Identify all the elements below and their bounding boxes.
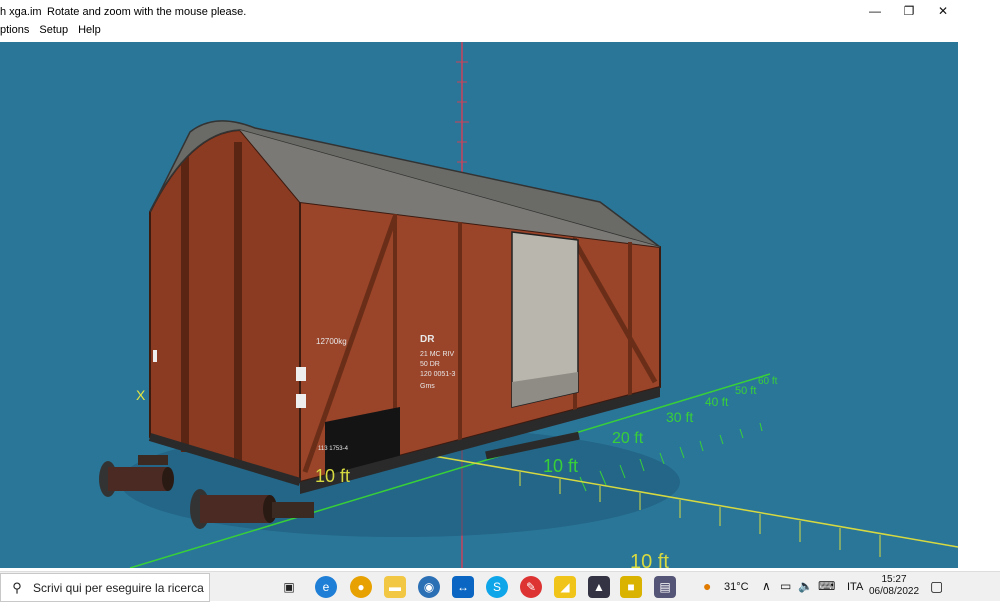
3d-viewport[interactable]: DR 21 MC RIV 50 DR 120 0051-3 Gms 12700k… xyxy=(0,42,958,568)
buffer-right xyxy=(190,489,277,529)
tray-chevron-icon[interactable]: ∧ xyxy=(762,579,771,593)
app-icon-1[interactable]: ◉ xyxy=(418,576,440,598)
clock-date: 06/08/2022 xyxy=(868,586,920,597)
skype-icon[interactable]: S xyxy=(486,576,508,598)
step-plate xyxy=(272,502,314,518)
marking-line1: 21 MC RIV xyxy=(420,351,455,358)
teamviewer-icon[interactable]: ↔ xyxy=(452,576,474,598)
grid-label-20ft: 20 ft xyxy=(612,430,644,447)
grid-label-40ft: 40 ft xyxy=(705,395,729,409)
chrome-icon[interactable]: ● xyxy=(350,576,372,598)
marking-company: DR xyxy=(420,334,435,345)
minimize-button[interactable]: — xyxy=(858,0,892,22)
language-indicator[interactable]: ITA xyxy=(847,581,863,593)
grid-label-bottom: 10 ft xyxy=(630,551,669,568)
search-placeholder: Scrivi qui per eseguire la ricerca xyxy=(33,580,204,595)
title-bar: h xga.im Rotate and zoom with the mouse … xyxy=(0,0,1000,22)
grid-label-60ft: 60 ft xyxy=(758,376,778,387)
grid-label-left: 10 ft xyxy=(315,466,350,486)
clock[interactable]: 15:27 06/08/2022 xyxy=(866,574,922,598)
train-app-icon[interactable]: ■ xyxy=(620,576,642,598)
grid-label-10ft: 10 ft xyxy=(543,456,578,476)
notifications-icon[interactable]: ▢ xyxy=(930,578,943,595)
axis-label-x: X xyxy=(136,387,146,403)
window-message: Rotate and zoom with the mouse please. xyxy=(47,6,247,18)
marking-weight: 12700kg xyxy=(316,337,347,346)
close-button[interactable]: ✕ xyxy=(926,0,960,22)
search-icon: ⚲ xyxy=(12,579,22,595)
marking-line2: 50 DR xyxy=(420,361,440,368)
weather-icon[interactable]: ● xyxy=(703,578,711,594)
clock-time: 15:27 xyxy=(881,574,907,585)
scene-canvas: DR 21 MC RIV 50 DR 120 0051-3 Gms 12700k… xyxy=(99,42,958,568)
marking-bottom: 113 1753-4 xyxy=(318,446,349,452)
taskbar-search[interactable]: ⚲ Scrivi qui per eseguire la ricerca xyxy=(0,573,210,602)
menu-bar: ptions Setup Help xyxy=(0,22,1000,38)
marking-line3: 120 0051-3 xyxy=(420,371,456,378)
edge-icon[interactable]: e xyxy=(315,576,337,598)
volume-icon[interactable]: 🔈 xyxy=(798,579,813,593)
wagon-end-face xyxy=(149,128,301,484)
restore-icon: ❐ xyxy=(903,4,915,18)
grid-label-50ft: 50 ft xyxy=(735,385,756,397)
file-explorer-icon[interactable]: ▬ xyxy=(384,576,406,598)
app-icon-2[interactable]: ✎ xyxy=(520,576,542,598)
app-icon-4[interactable]: ▲ xyxy=(588,576,610,598)
task-view-icon[interactable]: ▣ xyxy=(278,576,300,598)
taskbar: ⚲ Scrivi qui per eseguire la ricerca ▣ e… xyxy=(0,571,1000,602)
network-icon[interactable]: ▭ xyxy=(780,579,791,593)
minimize-icon: — xyxy=(869,4,881,18)
menu-setup[interactable]: Setup xyxy=(34,22,73,38)
menu-options[interactable]: ptions xyxy=(0,22,34,38)
marking-line4: Gms xyxy=(420,383,435,390)
menu-help[interactable]: Help xyxy=(73,22,106,38)
grid-label-30ft: 30 ft xyxy=(666,409,693,425)
app-icon-3[interactable]: ◢ xyxy=(554,576,576,598)
app-icon-5[interactable]: ▤ xyxy=(654,576,676,598)
keyboard-icon[interactable]: ⌨ xyxy=(818,579,835,593)
close-icon: ✕ xyxy=(937,4,949,18)
window-title: h xga.im xyxy=(0,6,42,18)
restore-button[interactable]: ❐ xyxy=(892,0,926,22)
weather-temp[interactable]: 31°C xyxy=(724,581,749,593)
window-edge xyxy=(958,42,1000,568)
